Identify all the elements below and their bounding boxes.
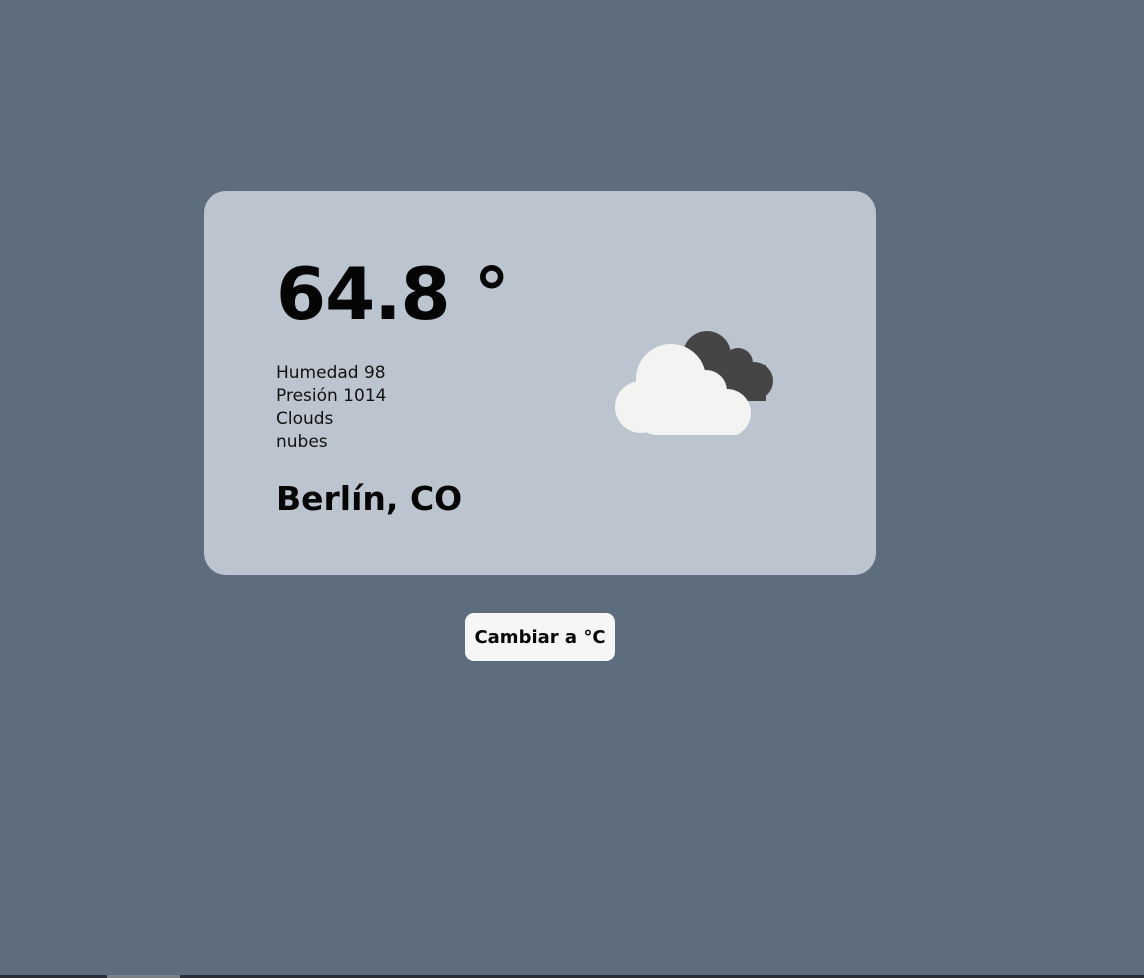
weather-details: Humedad 98 Presión 1014 Clouds nubes [276,362,386,454]
toggle-unit-button[interactable]: Cambiar a °C [465,613,615,661]
temperature-value: 64.8 ° [276,252,510,336]
condition-description-text: nubes [276,432,328,452]
broken-clouds-icon [615,331,773,435]
humidity-text: Humedad 98 [276,363,386,383]
weather-card: 64.8 ° Humedad 98 Presión 1014 Clouds nu… [204,191,876,575]
location-name: Berlín, CO [276,479,463,518]
condition-main-text: Clouds [276,409,334,429]
pressure-text: Presión 1014 [276,386,387,406]
